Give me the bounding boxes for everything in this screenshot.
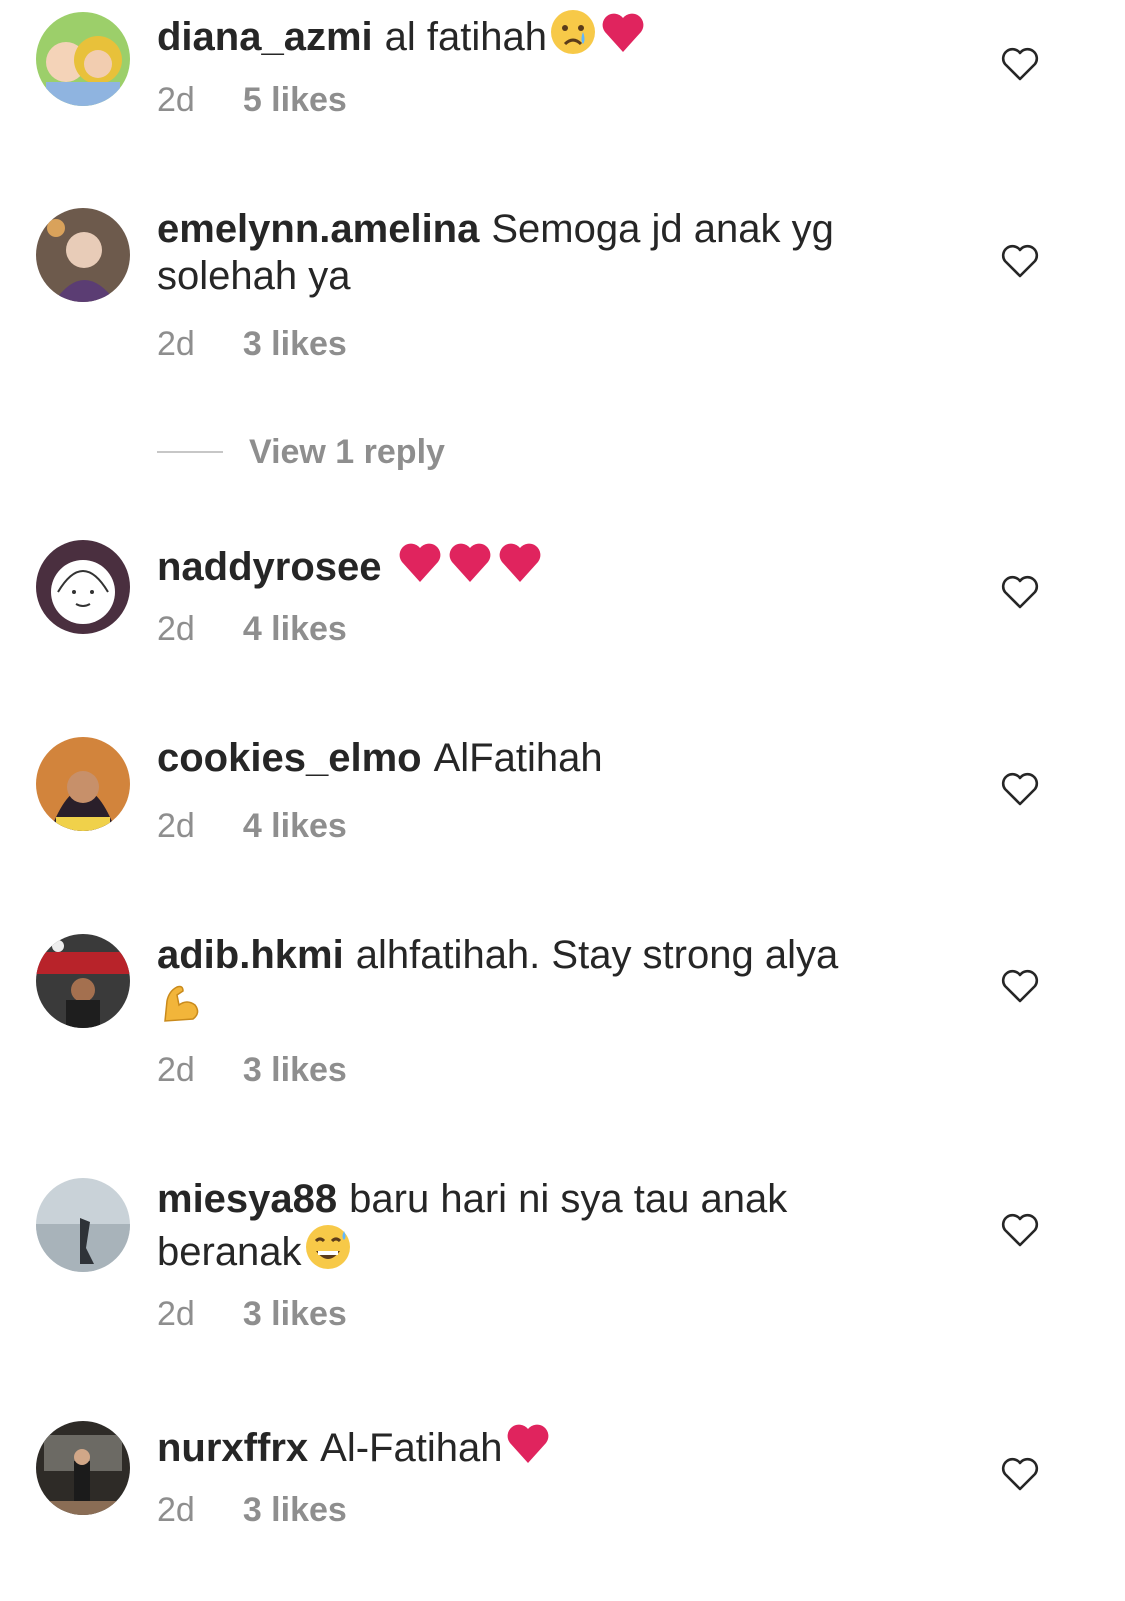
comment-meta: 2d 3 likes [157,1490,347,1530]
comment-time: 2d [157,610,195,648]
comment-text: adib.hkmi alhfatihah. Stay strong alya [157,932,917,1032]
comment-text: naddyrosee [157,538,917,591]
comment-username[interactable]: cookies_elmo [157,736,422,780]
like-button[interactable] [1000,46,1040,82]
reply-divider [157,451,223,453]
comment-username[interactable]: nurxffrx [157,1426,308,1470]
comment-likes[interactable]: 3 likes [243,1491,347,1529]
comment-text: diana_azmi al fatihah [157,8,917,61]
comment-username[interactable]: miesya88 [157,1177,337,1221]
avatar[interactable] [36,1178,130,1272]
comment-meta: 2d 3 likes [157,324,347,364]
heart-outline-icon [1001,575,1039,609]
comment-likes[interactable]: 5 likes [243,81,347,119]
comment-text: emelynn.amelina Semoga jd anak yg solehah… [157,206,917,300]
heart-outline-icon [1001,47,1039,81]
comment-text: nurxffrx Al-Fatihah [157,1419,917,1472]
comment-likes[interactable]: 3 likes [243,1051,347,1089]
comment-username[interactable]: emelynn.amelina [157,207,479,251]
like-button[interactable] [1000,771,1040,807]
comment-body: al fatihah [384,15,547,59]
comment-username[interactable]: naddyrosee [157,545,382,589]
comment-likes[interactable]: 3 likes [243,1295,347,1333]
like-button[interactable] [1000,1212,1040,1248]
comment-body: AlFatihah [433,736,603,780]
red-heart-icon [599,8,647,56]
comment-likes[interactable]: 4 likes [243,807,347,845]
comment-body: alhfatihah. Stay strong alya [355,933,839,977]
heart-outline-icon [1001,244,1039,278]
comment-meta: 2d 4 likes [157,806,347,846]
comment-time: 2d [157,81,195,119]
avatar[interactable] [36,208,130,302]
comment-likes[interactable]: 4 likes [243,610,347,648]
like-button[interactable] [1000,243,1040,279]
grinning-sweat-face-icon [304,1223,352,1271]
heart-outline-icon [1001,772,1039,806]
comment-body: Al-Fatihah [320,1426,503,1470]
comment-time: 2d [157,1295,195,1333]
comment-likes[interactable]: 3 likes [243,325,347,363]
flexed-biceps-icon [157,979,205,1027]
avatar[interactable] [36,540,130,634]
comment-time: 2d [157,1051,195,1089]
heart-outline-icon [1001,1457,1039,1491]
comment-time: 2d [157,325,195,363]
comment-time: 2d [157,807,195,845]
view-replies-label: View 1 reply [249,432,445,471]
crying-face-icon [549,8,597,56]
like-button[interactable] [1000,968,1040,1004]
comment-meta: 2d 5 likes [157,80,347,120]
avatar[interactable] [36,12,130,106]
red-heart-icon [504,1419,552,1467]
like-button[interactable] [1000,574,1040,610]
comment-meta: 2d 4 likes [157,609,347,649]
red-heart-icon [396,538,444,586]
avatar[interactable] [36,1421,130,1515]
comment-username[interactable]: diana_azmi [157,15,373,59]
comment-time: 2d [157,1491,195,1529]
view-replies-button[interactable]: View 1 reply [157,432,445,472]
comment-text: miesya88 baru hari ni sya tau anak berana… [157,1176,917,1276]
red-heart-icon [496,538,544,586]
comment-text: cookies_elmo AlFatihah [157,735,917,782]
heart-outline-icon [1001,969,1039,1003]
heart-outline-icon [1001,1213,1039,1247]
red-heart-icon [446,538,494,586]
like-button[interactable] [1000,1456,1040,1492]
comment-meta: 2d 3 likes [157,1294,347,1334]
avatar[interactable] [36,934,130,1028]
avatar[interactable] [36,737,130,831]
comment-username[interactable]: adib.hkmi [157,933,344,977]
comment-meta: 2d 3 likes [157,1050,347,1090]
